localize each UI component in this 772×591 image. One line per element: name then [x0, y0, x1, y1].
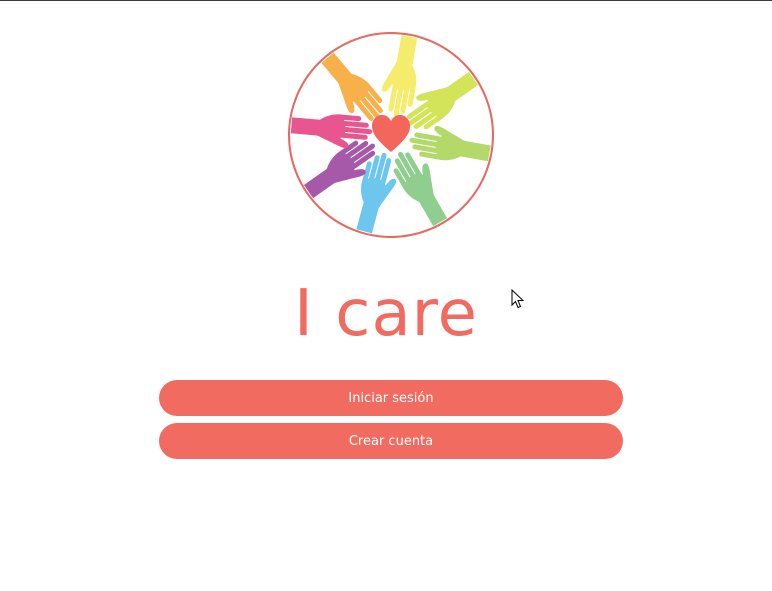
create-account-button[interactable]: Crear cuenta — [159, 423, 623, 459]
mouse-cursor-icon — [511, 289, 525, 309]
app-title: I care — [294, 277, 478, 351]
top-border — [0, 0, 772, 1]
hands-circle-heart-icon — [288, 32, 494, 238]
login-button[interactable]: Iniciar sesión — [159, 380, 623, 416]
app-logo — [286, 30, 496, 240]
